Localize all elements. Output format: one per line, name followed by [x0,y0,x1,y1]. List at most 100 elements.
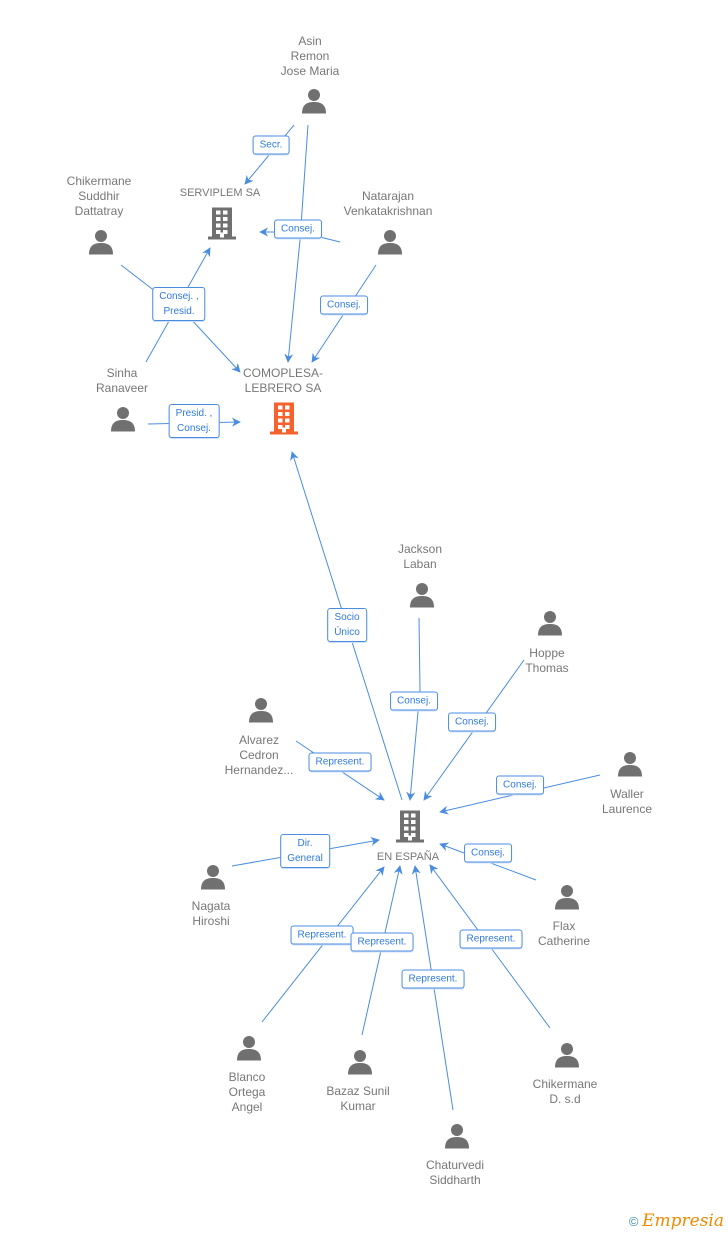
building-icon[interactable] [393,809,427,848]
relation-label[interactable]: Secr. [252,135,290,155]
relation-label-line: Presid. , [175,408,213,419]
relation-label[interactable]: Represent. [459,929,523,949]
person-name[interactable]: Chikermane Suddhir Dattatray [67,174,132,219]
person-name-line: Venkatakrishnan [343,204,433,218]
person-name-line: Angel [231,1100,263,1114]
person-name[interactable]: Jackson Laban [398,542,442,572]
person-name[interactable]: Nagata Hiroshi [192,899,231,929]
person-name[interactable]: Blanco Ortega Angel [229,1070,266,1115]
building-icon[interactable] [267,401,301,440]
relation-edge [284,124,309,363]
building-icon[interactable] [205,206,239,245]
person-name-line: Kumar [340,1099,376,1113]
relation-label[interactable]: Consej. , Presid. [152,287,206,321]
person-name-line: Siddharth [429,1173,481,1187]
person-icon[interactable] [248,697,274,728]
relation-label[interactable]: Consej. [320,295,368,315]
relation-label-line: Socio [334,612,360,623]
relation-label-line: Consej. [503,779,537,791]
relation-label[interactable]: Consej. [274,219,322,239]
relation-label[interactable]: Represent. [308,752,372,772]
relation-label[interactable]: Represent. [350,932,414,952]
person-name-line: Thomas [525,661,569,675]
person-icon[interactable] [301,88,327,119]
person-name-line: Laurence [601,802,653,816]
relation-label[interactable]: Consej. [390,691,438,711]
relation-label-line: Consej. [327,299,361,311]
person-name-line: Bazaz Sunil [326,1084,390,1098]
person-name[interactable]: Hoppe Thomas [525,646,568,676]
company-name-line: LEBRERO SA [244,381,322,395]
person-name[interactable]: Bazaz Sunil Kumar [326,1084,389,1114]
person-name-line: Blanco [228,1070,266,1084]
person-name[interactable]: Alvarez Cedron Hernandez... [225,733,294,778]
person-icon[interactable] [110,406,136,437]
person-name-line: Sinha [106,366,138,380]
person-name-line: Hiroshi [192,914,230,928]
relation-label-line: Represent. [357,936,407,948]
relation-label-line: Consej. [397,695,431,707]
company-name[interactable]: SERVIPLEM SA [180,186,261,201]
person-icon[interactable] [444,1123,470,1154]
person-icon[interactable] [347,1049,373,1080]
company-name[interactable]: EN ESPAÑA [377,850,439,865]
relation-label[interactable]: Consej. [496,775,544,795]
person-name-line: Jackson [397,542,443,556]
person-icon[interactable] [200,864,226,895]
person-name-line: Chikermane [532,1077,598,1091]
person-icon[interactable] [554,1042,580,1073]
person-name[interactable]: Natarajan Venkatakrishnan [344,189,433,219]
person-name[interactable]: Waller Laurence [602,787,652,817]
relation-label-line: Represent. [408,973,458,985]
person-name-line: Waller [610,787,644,801]
empresia-logo: © Empresia [628,1211,724,1231]
relation-label-line: Represent. [315,756,365,768]
person-name-line: Ranaveer [95,381,149,395]
person-name-line: Cedron [239,748,279,762]
relation-label[interactable]: Socio Único [327,608,367,642]
relation-label-line: Consej. [455,716,489,728]
person-name-line: D. s.d [549,1092,581,1106]
company-name-line: COMOPLESA- [242,366,324,380]
person-name-line: Chaturvedi [425,1158,485,1172]
person-name-line: Dattatray [74,204,124,218]
relation-label[interactable]: Represent. [401,969,465,989]
relation-label[interactable]: Consej. [448,712,496,732]
relation-label-line: General [287,853,323,864]
person-name-line: Suddhir [78,189,120,203]
person-icon[interactable] [236,1035,262,1066]
company-name[interactable]: COMOPLESA- LEBRERO SA [243,366,323,396]
person-name[interactable]: Flax Catherine [538,919,590,949]
person-icon[interactable] [537,610,563,641]
relation-label-line: Presid. [163,306,195,317]
person-name-line: Hoppe [529,646,565,660]
relation-label[interactable]: Dir. General [280,834,330,868]
relation-label-line: Consej. , [159,291,199,302]
person-name-line: Ortega [228,1085,266,1099]
person-icon[interactable] [617,751,643,782]
person-icon[interactable] [409,582,435,613]
relation-label[interactable]: Presid. , Consej. [168,404,220,438]
person-name[interactable]: Asin Remon Jose Maria [281,34,340,79]
relation-label-line: Represent. [297,929,347,941]
person-name-line: Natarajan [361,189,415,203]
person-name-line: Chikermane [66,174,132,188]
person-icon[interactable] [377,229,403,260]
person-name-line: Jose Maria [280,64,340,78]
person-name[interactable]: Chikermane D. s.d [533,1077,598,1107]
person-name-line: Nagata [191,899,231,913]
relation-label-line: Único [334,627,360,638]
relation-edge [244,124,295,185]
relation-label[interactable]: Consej. [464,843,512,863]
person-icon[interactable] [88,229,114,260]
person-name[interactable]: Chaturvedi Siddharth [426,1158,484,1188]
relation-label[interactable]: Represent. [290,925,354,945]
person-name-line: Asin [298,34,322,48]
person-name-line: Alvarez [238,733,279,747]
person-name[interactable]: Sinha Ranaveer [96,366,148,396]
relation-label-line: Consej. [177,423,211,434]
person-name-line: Flax [552,919,576,933]
person-name-line: Hernandez... [224,763,294,777]
network-diagram: © Empresia Asin Remon Jose Maria Chikermane… [0,0,728,1235]
person-icon[interactable] [554,884,580,915]
